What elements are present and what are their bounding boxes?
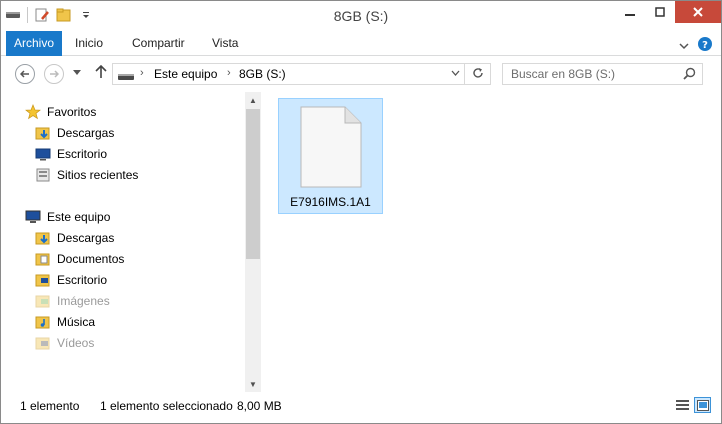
breadcrumb-este-equipo[interactable]: Este equipo <box>154 67 217 81</box>
nav-equipo-documentos[interactable]: Documentos <box>35 248 124 269</box>
videos-folder-icon <box>35 335 51 351</box>
scrollbar-thumb[interactable] <box>246 109 260 259</box>
nav-equipo-escritorio[interactable]: Escritorio <box>35 269 107 290</box>
search-placeholder: Buscar en 8GB (S:) <box>511 67 616 81</box>
nav-item-label: Música <box>57 314 96 329</box>
search-icon[interactable] <box>683 67 696 83</box>
title-bar: 8GB (S:) <box>1 1 721 31</box>
ribbon-right-controls: ? <box>679 36 713 55</box>
navigation-bar: › Este equipo › 8GB (S:) Buscar en 8GB (… <box>1 56 721 92</box>
navigation-pane-scrollbar[interactable]: ▲ ▼ <box>245 92 261 392</box>
file-item[interactable]: E7916IMS.1A1 <box>278 98 383 214</box>
view-toggle <box>674 397 711 413</box>
breadcrumb-chevron-icon[interactable]: › <box>227 67 231 79</box>
nav-favoritos-escritorio[interactable]: Escritorio <box>35 143 107 164</box>
refresh-icon <box>472 67 484 82</box>
pictures-folder-icon <box>35 293 51 309</box>
nav-equipo-videos[interactable]: Vídeos <box>35 332 94 353</box>
nav-item-label: Documentos <box>57 251 125 266</box>
nav-item-label: Descargas <box>57 230 115 245</box>
nav-este-equipo-label: Este equipo <box>47 209 111 224</box>
recent-locations-dropdown-icon[interactable] <box>73 68 81 78</box>
address-bar[interactable]: › Este equipo › 8GB (S:) <box>112 63 465 85</box>
computer-icon <box>25 209 41 225</box>
nav-equipo-imagenes[interactable]: Imágenes <box>35 290 110 311</box>
downloads-folder-icon <box>35 230 51 246</box>
tab-archivo[interactable]: Archivo <box>6 31 62 56</box>
nav-equipo-musica[interactable]: Música <box>35 311 95 332</box>
star-icon <box>25 103 41 120</box>
window-title: 8GB (S:) <box>333 8 389 24</box>
address-dropdown-icon[interactable] <box>451 68 460 78</box>
status-bar: 1 elemento 1 elemento seleccionado 8,00 … <box>1 392 721 418</box>
file-list-pane[interactable]: E7916IMS.1A1 <box>261 92 721 392</box>
status-size: 8,00 MB <box>237 399 282 413</box>
drive-icon <box>118 70 134 80</box>
refresh-button[interactable] <box>465 63 491 85</box>
generic-file-icon <box>299 105 363 192</box>
recent-places-icon <box>35 167 51 183</box>
nav-item-label: Descargas <box>57 125 115 140</box>
desktop-folder-icon <box>35 272 51 288</box>
tab-inicio[interactable]: Inicio <box>75 31 103 56</box>
nav-item-label: Escritorio <box>57 272 108 287</box>
large-icons-view-icon[interactable] <box>694 397 711 413</box>
close-button[interactable] <box>675 1 721 23</box>
nav-item-label: Vídeos <box>57 335 95 350</box>
tab-vista[interactable]: Vista <box>212 31 238 56</box>
back-button[interactable] <box>15 64 35 84</box>
navigation-pane: Favoritos Descargas Escritorio Sitios re… <box>1 92 245 392</box>
window-controls <box>615 1 721 23</box>
tab-compartir[interactable]: Compartir <box>132 31 185 56</box>
ribbon-tabs: Archivo Inicio Compartir Vista ? <box>1 31 721 56</box>
nav-equipo-descargas[interactable]: Descargas <box>35 227 114 248</box>
nav-item-label: Sitios recientes <box>57 167 139 182</box>
documents-folder-icon <box>35 251 51 267</box>
nav-favoritos-descargas[interactable]: Descargas <box>35 122 114 143</box>
up-button[interactable] <box>95 64 107 82</box>
desktop-icon <box>35 146 51 162</box>
forward-button[interactable] <box>44 64 64 84</box>
nav-favoritos[interactable]: Favoritos <box>25 101 96 122</box>
details-view-icon[interactable] <box>674 397 691 413</box>
file-name: E7916IMS.1A1 <box>290 195 371 209</box>
expand-ribbon-icon[interactable] <box>679 39 689 53</box>
explorer-window: 8GB (S:) Archivo Inicio Compartir Vista … <box>0 0 722 424</box>
breadcrumb-chevron-icon[interactable]: › <box>140 67 144 79</box>
nav-favoritos-sitios-recientes[interactable]: Sitios recientes <box>35 164 138 185</box>
nav-este-equipo[interactable]: Este equipo <box>25 206 110 227</box>
music-folder-icon <box>35 314 51 330</box>
nav-item-label: Imágenes <box>57 293 110 308</box>
status-item-count: 1 elemento <box>20 399 80 413</box>
scroll-up-icon[interactable]: ▲ <box>245 92 261 108</box>
help-icon[interactable]: ? <box>697 36 713 55</box>
nav-favoritos-label: Favoritos <box>47 104 97 119</box>
scroll-down-icon[interactable]: ▼ <box>245 376 261 392</box>
breadcrumb-8gb[interactable]: 8GB (S:) <box>239 67 286 81</box>
svg-text:?: ? <box>702 40 708 51</box>
minimize-button[interactable] <box>615 1 645 23</box>
status-selected: 1 elemento seleccionado <box>100 399 233 413</box>
search-input[interactable]: Buscar en 8GB (S:) <box>502 63 703 85</box>
nav-item-label: Escritorio <box>57 146 108 161</box>
maximize-button[interactable] <box>645 1 675 23</box>
downloads-folder-icon <box>35 125 51 141</box>
